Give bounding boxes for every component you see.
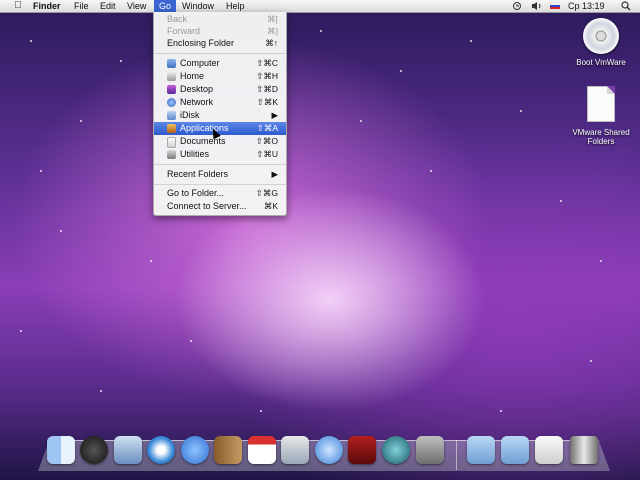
menu-item-home[interactable]: Home ⇧⌘H [154, 70, 286, 83]
dock-divider [456, 440, 457, 470]
applications-folder-icon[interactable] [467, 436, 495, 464]
document-icon [587, 86, 615, 122]
dashboard-icon[interactable] [80, 436, 108, 464]
menu-finder[interactable]: Finder [28, 0, 66, 12]
menu-go[interactable]: Go [154, 0, 177, 12]
desktop-icon-boot-vmware[interactable]: Boot VmWare [572, 18, 630, 67]
mail-icon[interactable] [114, 436, 142, 464]
ical-icon[interactable] [248, 436, 276, 464]
network-icon [167, 98, 176, 107]
menu-item-enclosing-folder[interactable]: Enclosing Folder ⌘↑ [154, 37, 286, 50]
utilities-icon [167, 150, 176, 159]
menu-edit[interactable]: Edit [95, 0, 121, 12]
menu-item-idisk[interactable]: iDisk ▶ [154, 109, 286, 122]
desktop-icon-vmware-shared-folders[interactable]: VMware Shared Folders [566, 86, 636, 146]
menu-item-desktop[interactable]: Desktop ⇧⌘D [154, 83, 286, 96]
menu-file[interactable]: File [69, 0, 94, 12]
menu-help[interactable]: Help [221, 0, 250, 12]
spotlight-icon[interactable] [620, 0, 632, 12]
menu-item-computer[interactable]: Computer ⇧⌘C [154, 57, 286, 70]
preview-icon[interactable] [281, 436, 309, 464]
front-row-icon[interactable] [348, 436, 376, 464]
applications-icon [167, 124, 176, 133]
safari-icon[interactable] [147, 436, 175, 464]
russian-flag-icon[interactable] [549, 0, 561, 12]
finder-icon[interactable] [47, 436, 75, 464]
menu-item-recent-folders[interactable]: Recent Folders ▶ [154, 168, 286, 181]
desktop-icon-label: Boot VmWare [576, 58, 626, 67]
menu-item-applications[interactable]: Applications ⇧⌘A [154, 122, 286, 135]
time-machine-icon[interactable] [382, 436, 410, 464]
apple-menu-icon[interactable]:  [12, 0, 24, 12]
menu-bar:  Finder File Edit View Go Window Help С… [0, 0, 640, 13]
starfield [0, 0, 640, 480]
menu-separator [154, 164, 286, 165]
desktop-icon [167, 85, 176, 94]
ichat-icon[interactable] [181, 436, 209, 464]
trash-icon[interactable] [570, 436, 598, 464]
menu-separator [154, 184, 286, 185]
system-preferences-icon[interactable] [416, 436, 444, 464]
itunes-icon[interactable] [315, 436, 343, 464]
documents-folder-icon[interactable] [501, 436, 529, 464]
idisk-icon [167, 111, 176, 120]
time-machine-menu-icon[interactable] [512, 0, 522, 12]
menubar-clock[interactable]: Ср 13:19 [568, 0, 605, 12]
menu-separator [154, 53, 286, 54]
menu-item-connect-to-server[interactable]: Connect to Server... ⌘K [154, 200, 286, 213]
menu-item-utilities[interactable]: Utilities ⇧⌘U [154, 148, 286, 161]
downloads-stack-icon[interactable] [535, 436, 563, 464]
desktop-icon-label: VMware Shared Folders [572, 128, 630, 146]
address-book-icon[interactable] [214, 436, 242, 464]
dvd-icon [583, 18, 619, 54]
menu-item-go-to-folder[interactable]: Go to Folder... ⇧⌘G [154, 187, 286, 200]
home-icon [167, 72, 176, 81]
menu-item-network[interactable]: Network ⇧⌘K [154, 96, 286, 109]
go-menu-dropdown: Back ⌘[ Forward ⌘] Enclosing Folder ⌘↑ C… [153, 12, 287, 216]
volume-icon[interactable] [531, 0, 543, 12]
menu-view[interactable]: View [122, 0, 151, 12]
documents-icon [167, 137, 176, 148]
menu-window[interactable]: Window [177, 0, 219, 12]
computer-icon [167, 59, 176, 68]
menu-item-documents[interactable]: Documents ⇧⌘O [154, 135, 286, 148]
